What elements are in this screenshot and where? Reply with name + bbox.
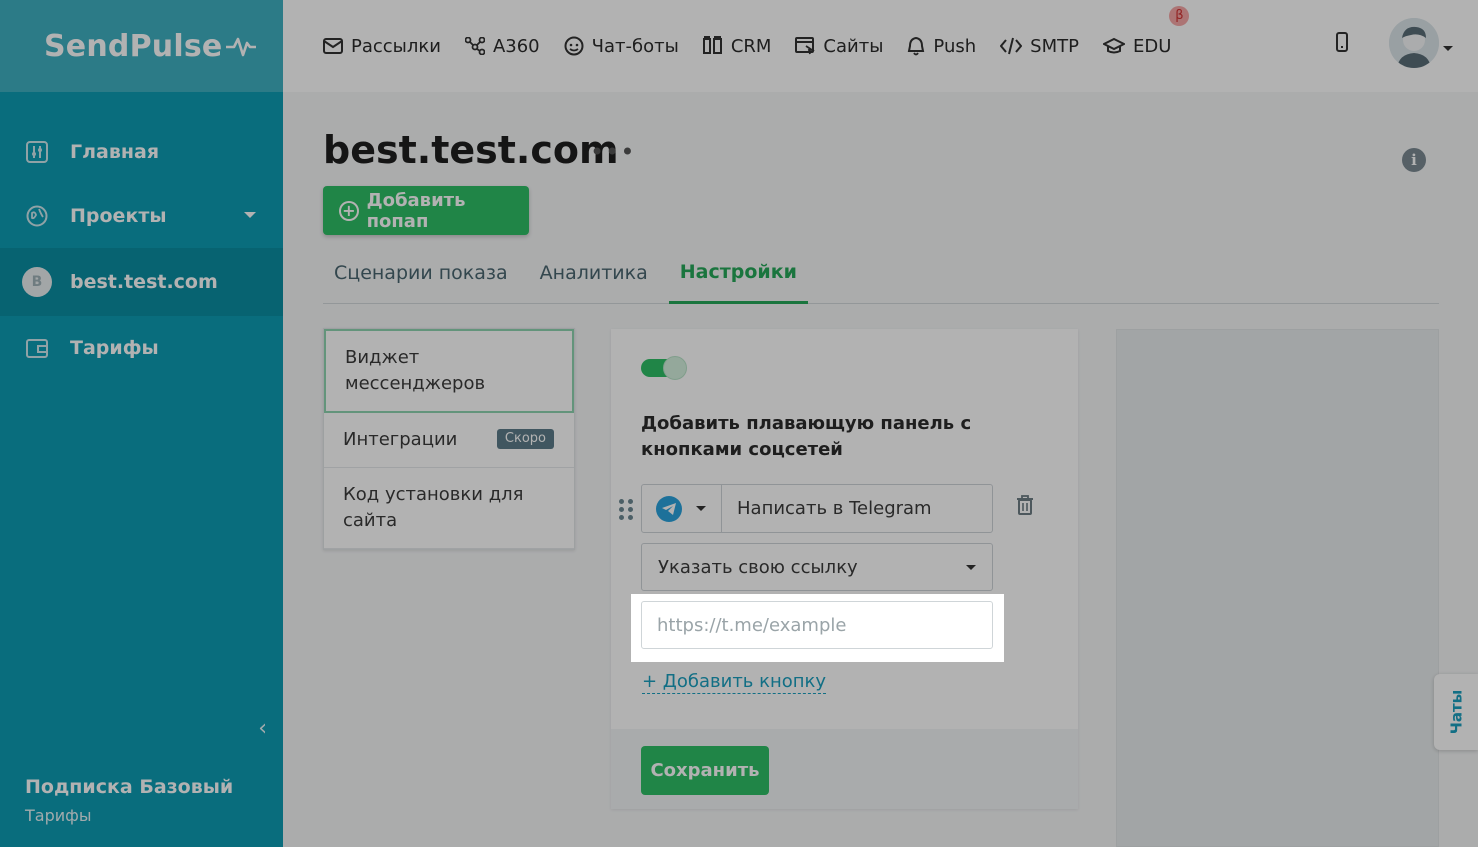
highlighted-url-field bbox=[631, 594, 1004, 662]
mobile-phone-icon[interactable] bbox=[1335, 32, 1349, 56]
topnav-edu[interactable]: EDU β bbox=[1102, 5, 1190, 57]
settings-menu-item-messenger-widget[interactable]: Виджет мессенджеров bbox=[324, 329, 574, 413]
code-icon bbox=[1000, 37, 1023, 55]
topnav-label: A360 bbox=[492, 35, 540, 57]
link-type-value: Указать свою ссылку bbox=[658, 556, 858, 578]
subscription-tariffs-link[interactable]: Тарифы bbox=[25, 806, 233, 825]
pulse-icon bbox=[226, 37, 257, 57]
topnav-a360[interactable]: A360 bbox=[464, 35, 540, 57]
chevron-down-icon[interactable] bbox=[244, 212, 256, 218]
messenger-button-row: Написать в Telegram bbox=[641, 484, 993, 533]
sendpulse-logo[interactable]: SendPulse bbox=[44, 28, 257, 64]
messenger-widget-panel: Добавить плавающую панель с кнопками соц… bbox=[611, 329, 1078, 809]
sidebar-item-label: Проекты bbox=[70, 205, 167, 227]
sidebar-item-home[interactable]: Главная bbox=[0, 120, 283, 184]
add-popup-label: Добавить попап bbox=[366, 189, 466, 232]
bell-icon bbox=[907, 36, 925, 56]
main-content: best.test.com ••• i + Добавить попап Сце… bbox=[283, 92, 1478, 847]
add-button-link[interactable]: + Добавить кнопку bbox=[642, 671, 827, 694]
drag-handle-icon[interactable] bbox=[619, 499, 634, 520]
wallet-icon bbox=[24, 335, 50, 361]
sidebar-item-tariffs[interactable]: Тарифы bbox=[0, 316, 283, 380]
coming-soon-badge: Скоро bbox=[496, 429, 554, 449]
tab-scenarios[interactable]: Сценарии показа bbox=[323, 242, 519, 304]
chevron-down-icon[interactable] bbox=[1443, 46, 1453, 51]
dashboard-icon bbox=[24, 139, 50, 165]
beta-badge: β bbox=[1169, 5, 1190, 26]
settings-menu-item-integrations[interactable]: Интеграции Скоро bbox=[324, 413, 574, 468]
tab-settings[interactable]: Настройки bbox=[668, 242, 808, 304]
topnav-sites[interactable]: Сайты bbox=[795, 36, 883, 57]
page-title: best.test.com bbox=[323, 128, 619, 172]
topnav-label: Рассылки bbox=[351, 35, 441, 57]
globe-icon bbox=[24, 203, 50, 229]
topnav-campaigns[interactable]: Рассылки bbox=[323, 36, 441, 57]
chevron-down-icon bbox=[696, 506, 706, 511]
add-popup-button[interactable]: + Добавить попап bbox=[323, 186, 529, 235]
info-icon[interactable]: i bbox=[1402, 148, 1426, 172]
sidebar: SendPulse Главная Проекты B best.test.co… bbox=[0, 0, 283, 847]
topnav-label: Сайты bbox=[823, 35, 884, 57]
topnav-crm[interactable]: CRM bbox=[702, 35, 772, 57]
trash-icon[interactable] bbox=[1016, 495, 1034, 519]
chats-side-tab[interactable]: Чаты bbox=[1434, 674, 1478, 750]
nodes-icon bbox=[464, 37, 485, 55]
top-menu: Рассылки A360 Чат-боты CRM Сайты Push SM… bbox=[323, 5, 1195, 57]
page-tabs: Сценарии показа Аналитика Настройки bbox=[323, 242, 1439, 304]
messenger-type-select[interactable] bbox=[642, 485, 722, 532]
plus-circle-icon: + bbox=[339, 200, 359, 221]
subscription-info: Подписка Базовый Тарифы bbox=[25, 776, 233, 825]
top-navigation: Рассылки A360 Чат-боты CRM Сайты Push SM… bbox=[283, 0, 1478, 92]
sidebar-item-label: best.test.com bbox=[70, 271, 218, 293]
topnav-label: SMTP bbox=[1030, 35, 1079, 57]
sidebar-item-label: Главная bbox=[70, 141, 160, 163]
more-options-icon[interactable]: ••• bbox=[590, 138, 635, 166]
settings-menu-item-install-code[interactable]: Код установки для сайта bbox=[324, 468, 574, 549]
sidebar-nav: Главная Проекты B best.test.com Тарифы bbox=[0, 92, 283, 380]
telegram-icon bbox=[656, 495, 682, 522]
graduation-cap-icon bbox=[1102, 37, 1125, 55]
envelope-icon bbox=[323, 37, 343, 55]
chevron-down-icon bbox=[966, 565, 976, 570]
tab-analytics[interactable]: Аналитика bbox=[529, 242, 659, 304]
widget-heading: Добавить плавающую панель с кнопками соц… bbox=[641, 413, 972, 460]
chats-tab-label: Чаты bbox=[1447, 689, 1466, 735]
project-avatar: B bbox=[22, 267, 52, 297]
sidebar-item-projects[interactable]: Проекты bbox=[0, 184, 283, 248]
panel-footer: Сохранить bbox=[611, 729, 1078, 809]
site-icon bbox=[795, 36, 816, 56]
button-text-field[interactable]: Написать в Telegram bbox=[722, 498, 932, 519]
logo-text: SendPulse bbox=[44, 28, 223, 64]
toggle-knob bbox=[663, 356, 687, 380]
settings-menu-label: Интеграции bbox=[343, 429, 458, 450]
topnav-push[interactable]: Push bbox=[907, 36, 976, 57]
url-input[interactable] bbox=[641, 601, 993, 649]
sidebar-item-label: Тарифы bbox=[70, 337, 159, 359]
topnav-smtp[interactable]: SMTP bbox=[1000, 36, 1079, 57]
topnav-label: Чат-боты bbox=[591, 35, 679, 57]
topnav-label: EDU bbox=[1132, 35, 1172, 57]
sidebar-item-project-site[interactable]: B best.test.com bbox=[0, 248, 283, 316]
widget-preview-area bbox=[1116, 329, 1439, 847]
topnav-label: Push bbox=[933, 35, 977, 57]
widget-enabled-toggle[interactable] bbox=[641, 356, 687, 380]
save-button[interactable]: Сохранить bbox=[641, 746, 769, 795]
collapse-sidebar-icon[interactable]: ‹ bbox=[258, 716, 267, 741]
topnav-label: CRM bbox=[730, 35, 772, 57]
settings-menu: Виджет мессенджеров Интеграции Скоро Код… bbox=[323, 328, 575, 550]
user-avatar[interactable] bbox=[1389, 18, 1439, 68]
subscription-title: Подписка Базовый bbox=[25, 776, 234, 798]
crm-icon bbox=[702, 36, 723, 56]
logo-bar: SendPulse bbox=[0, 0, 283, 92]
link-type-select[interactable]: Указать свою ссылку bbox=[641, 543, 993, 591]
topnav-chatbots[interactable]: Чат-боты bbox=[564, 36, 679, 57]
chatbot-icon bbox=[564, 36, 584, 56]
